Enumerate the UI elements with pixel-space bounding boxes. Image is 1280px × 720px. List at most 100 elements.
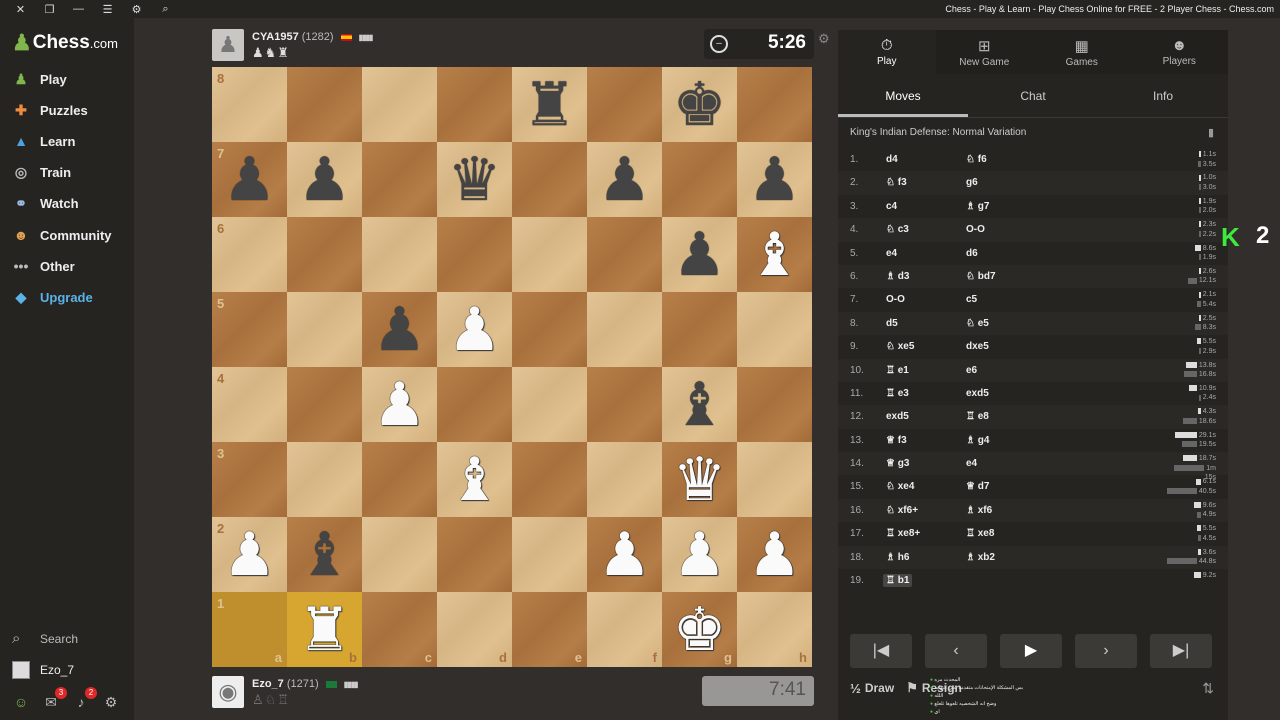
white-move[interactable]: d5 — [886, 318, 898, 329]
square-c2[interactable] — [362, 517, 437, 592]
black-move[interactable]: ♗ xb2 — [966, 552, 995, 563]
notifications-icon[interactable]: ♪ 2 — [72, 687, 97, 712]
settings-icon[interactable]: ⚙ — [102, 694, 120, 712]
black-king-g8[interactable]: ♚ — [662, 67, 737, 142]
square-f4[interactable] — [587, 367, 662, 442]
square-d4[interactable] — [437, 367, 512, 442]
flip-board-icon[interactable]: ⇅ — [1202, 680, 1214, 697]
white-pawn-a2[interactable]: ♟ — [212, 517, 287, 592]
chess-board[interactable]: 8 7 6 5 4 3 2 1 a b c d e f g h ♜ ♚ ♟ ♟ ♛ ♟ ♟ ♟ ♝ ♟ ♟ ♟ ♝ ♝ ♛ ♟ ♝ ♟ ♟ ♟ ♜ ♚ — [212, 67, 812, 667]
last-move-button[interactable]: ▶| — [1150, 634, 1212, 668]
black-rook-e8[interactable]: ♜ — [512, 67, 587, 142]
white-move[interactable]: ♘ c3 — [886, 224, 909, 235]
white-pawn-h2[interactable]: ♟ — [737, 517, 812, 592]
player-name-row[interactable]: Ezo_7 (1271) ▮▮▮▮ — [252, 678, 358, 690]
tab-new-game[interactable]: ⊞ New Game — [936, 30, 1034, 74]
square-d2[interactable] — [437, 517, 512, 592]
black-move[interactable]: ♗ xf6 — [966, 505, 992, 516]
menu-icon[interactable]: ☰ — [93, 3, 122, 16]
sidebar-user[interactable]: Ezo_7 — [12, 661, 74, 679]
black-pawn-a7[interactable]: ♟ — [212, 142, 287, 217]
white-move[interactable]: exd5 — [886, 411, 909, 422]
book-icon[interactable]: ▮ — [1208, 126, 1214, 139]
nav-watch[interactable]: ⚭ Watch — [12, 191, 132, 215]
white-bishop-d3[interactable]: ♝ — [437, 442, 512, 517]
first-move-button[interactable]: |◀ — [850, 634, 912, 668]
black-move[interactable]: d6 — [966, 248, 978, 259]
black-pawn-c5[interactable]: ♟ — [362, 292, 437, 367]
white-king-g1[interactable]: ♚ — [662, 592, 737, 667]
nav-puzzles[interactable]: ✚ Puzzles — [12, 98, 132, 122]
square-b6[interactable] — [287, 217, 362, 292]
white-pawn-f2[interactable]: ♟ — [587, 517, 662, 592]
white-bishop-h6[interactable]: ♝ — [737, 217, 812, 292]
square-e5[interactable] — [512, 292, 587, 367]
black-move[interactable]: O-O — [966, 224, 985, 235]
play-button[interactable]: ▶ — [1000, 634, 1062, 668]
white-pawn-d5[interactable]: ♟ — [437, 292, 512, 367]
square-e3[interactable] — [512, 442, 587, 517]
white-move[interactable]: ♘ xf6+ — [886, 505, 918, 516]
square-e4[interactable] — [512, 367, 587, 442]
board-settings-icon[interactable]: ⚙ — [818, 31, 830, 47]
black-queen-d7[interactable]: ♛ — [437, 142, 512, 217]
square-d8[interactable] — [437, 67, 512, 142]
square-g5[interactable] — [662, 292, 737, 367]
square-a8[interactable]: 8 — [212, 67, 287, 142]
white-queen-g3[interactable]: ♛ — [662, 442, 737, 517]
white-move[interactable]: ♖ e1 — [886, 365, 909, 376]
square-e6[interactable] — [512, 217, 587, 292]
black-move[interactable]: exd5 — [966, 388, 989, 399]
black-move[interactable]: ♕ d7 — [966, 481, 989, 492]
white-move[interactable]: ♗ h6 — [886, 552, 909, 563]
chess-com-logo[interactable]: ♟ Chess .com — [12, 30, 118, 56]
white-move[interactable]: O-O — [886, 294, 905, 305]
black-move[interactable]: ♖ e8 — [966, 411, 989, 422]
square-b4[interactable] — [287, 367, 362, 442]
friends-icon[interactable]: ☺ — [12, 694, 30, 712]
white-move[interactable]: c4 — [886, 201, 897, 212]
square-b3[interactable] — [287, 442, 362, 517]
opponent-avatar[interactable]: ♟ — [212, 29, 244, 61]
square-a4[interactable]: 4 — [212, 367, 287, 442]
minimize-icon[interactable]: — — [64, 3, 93, 16]
square-d1[interactable]: d — [437, 592, 512, 667]
square-g7[interactable] — [662, 142, 737, 217]
player-name[interactable]: Ezo_7 — [252, 678, 284, 690]
black-bishop-g4[interactable]: ♝ — [662, 367, 737, 442]
next-move-button[interactable]: › — [1075, 634, 1137, 668]
black-move[interactable]: e6 — [966, 365, 977, 376]
tab-players[interactable]: ☻ Players — [1131, 30, 1229, 74]
square-f5[interactable] — [587, 292, 662, 367]
black-move[interactable]: ♘ e5 — [966, 318, 989, 329]
square-d6[interactable] — [437, 217, 512, 292]
previous-move-button[interactable]: ‹ — [925, 634, 987, 668]
extension-icon[interactable]: ⚙ — [122, 3, 151, 16]
nav-train[interactable]: ◎ Train — [12, 160, 132, 184]
square-h3[interactable] — [737, 442, 812, 517]
nav-upgrade[interactable]: ◆ Upgrade — [12, 285, 132, 309]
square-b8[interactable] — [287, 67, 362, 142]
black-move[interactable]: ♘ bd7 — [966, 271, 996, 282]
tab-play[interactable]: ⏱ Play — [838, 30, 936, 74]
white-move[interactable]: ♘ f3 — [886, 177, 907, 188]
messages-icon[interactable]: ✉ 3 — [42, 687, 67, 712]
square-c1[interactable]: c — [362, 592, 437, 667]
black-pawn-h7[interactable]: ♟ — [737, 142, 812, 217]
opening-name[interactable]: King's Indian Defense: Normal Variation — [850, 127, 1026, 138]
sidebar-search[interactable]: ⌕ Search — [12, 630, 78, 647]
square-e1[interactable]: e — [512, 592, 587, 667]
white-pawn-c4[interactable]: ♟ — [362, 367, 437, 442]
subtab-moves[interactable]: Moves — [838, 74, 968, 117]
square-f3[interactable] — [587, 442, 662, 517]
square-c7[interactable] — [362, 142, 437, 217]
black-move[interactable]: ♘ f6 — [966, 154, 987, 165]
nav-learn[interactable]: ▲ Learn — [12, 129, 132, 153]
nav-community[interactable]: ☻ Community — [12, 223, 132, 247]
square-h5[interactable] — [737, 292, 812, 367]
white-move[interactable]: e4 — [886, 248, 897, 259]
white-move[interactable]: ♗ d3 — [886, 271, 909, 282]
square-a5[interactable]: 5 — [212, 292, 287, 367]
white-move[interactable]: d4 — [886, 154, 898, 165]
square-b5[interactable] — [287, 292, 362, 367]
